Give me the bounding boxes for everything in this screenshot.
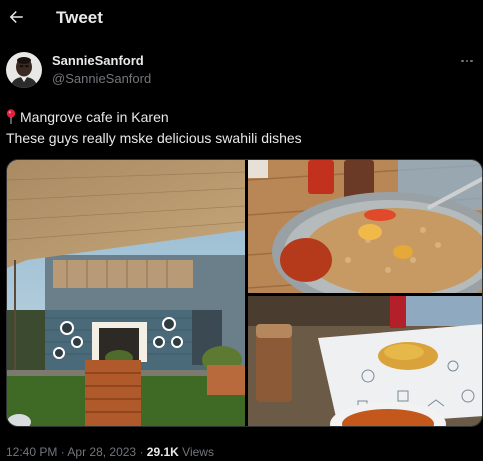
tweet-time[interactable]: 12:40 PM [6,445,57,459]
display-name[interactable]: SannieSanford [52,53,144,68]
tea-and-chapati-image [248,296,482,426]
tweet-author: SannieSanford @SannieSanford [6,50,476,90]
tweet-line-1: Mangrove cafe in Karen [20,109,169,125]
round-pushpin-icon [6,109,16,124]
separator-dot: · [139,445,144,459]
media-grid [6,159,483,427]
tweet-text: Mangrove cafe in Karen These guys really… [6,107,476,149]
tweet-date[interactable]: Apr 28, 2023 [67,445,136,459]
cafe-exterior-photo[interactable] [7,160,245,426]
rice-dish-photo[interactable] [248,160,482,293]
more-options-button[interactable] [458,54,476,68]
page-title: Tweet [56,8,103,27]
views-label: Views [182,445,214,459]
back-button[interactable] [5,6,27,28]
avatar-image [6,52,42,88]
tweet-line-location: Mangrove cafe in Karen [6,107,476,128]
tweet-meta: 12:40 PM · Apr 28, 2023 · 29.1K Views [6,445,214,459]
rice-dish-image [248,160,482,293]
views-count[interactable]: 29.1K [147,445,179,459]
arrow-left-icon [9,11,23,23]
more-dots-icon [461,59,464,63]
cafe-exterior-image [7,160,245,426]
tweet-line-2: These guys really mske delicious swahili… [6,130,302,146]
separator-dot: · [60,445,65,459]
user-handle[interactable]: @SannieSanford [52,71,151,86]
tea-and-chapati-photo[interactable] [248,296,482,426]
avatar[interactable] [6,52,42,88]
top-bar: Tweet [0,0,483,36]
